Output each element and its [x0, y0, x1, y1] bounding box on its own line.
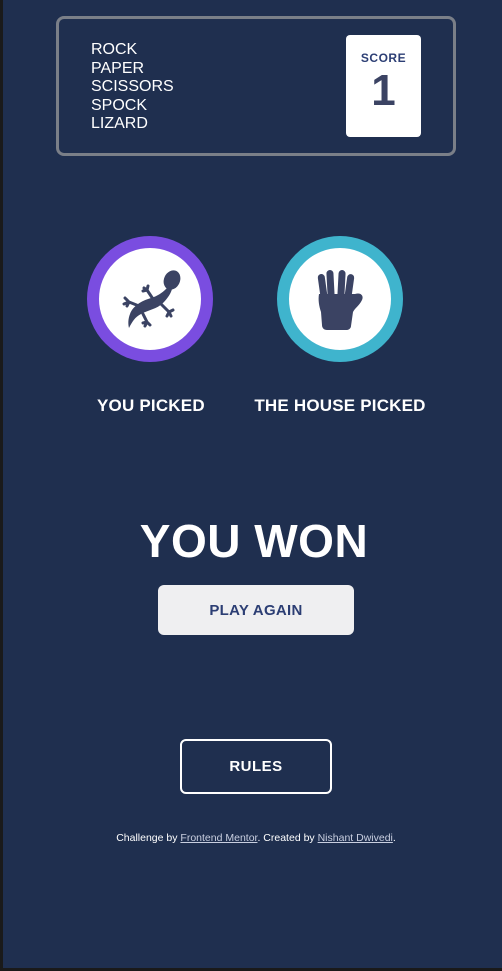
title-line-rock: ROCK	[91, 41, 138, 58]
score-value: 1	[371, 66, 396, 115]
title-line-spock: SPOCK	[91, 96, 148, 114]
game-header: ROCK PAPER SCISSORS SPOCK LIZARD SCORE 1	[56, 16, 456, 156]
attribution-suffix: .	[392, 832, 396, 844]
author-link[interactable]: Nishant Dwivedi	[318, 832, 393, 844]
score-box: SCORE 1	[346, 35, 421, 137]
attribution-middle: . Created by	[257, 832, 318, 844]
title-line-paper: PAPER	[91, 59, 145, 77]
lizard-icon	[122, 270, 181, 328]
play-again-button[interactable]: PLAY AGAIN	[158, 585, 354, 635]
house-picked-label: THE HOUSE PICKED	[254, 396, 426, 415]
frontend-mentor-link[interactable]: Frontend Mentor	[180, 832, 257, 844]
house-choice-spock	[277, 236, 403, 362]
game-title: ROCK PAPER SCISSORS SPOCK LIZARD	[91, 41, 174, 134]
title-line-lizard: LIZARD	[91, 115, 148, 133]
attribution: Challenge by Frontend Mentor. Created by…	[3, 832, 502, 844]
score-label: SCORE	[360, 51, 407, 65]
player-choice-lizard	[87, 236, 213, 362]
rules-button[interactable]: RULES	[180, 739, 332, 794]
result-text: YOU WON	[139, 515, 369, 567]
attribution-prefix: Challenge by	[116, 832, 181, 844]
you-picked-label: YOU PICKED	[97, 396, 205, 415]
title-line-scissors: SCISSORS	[91, 78, 174, 96]
spock-hand-icon	[317, 269, 363, 330]
